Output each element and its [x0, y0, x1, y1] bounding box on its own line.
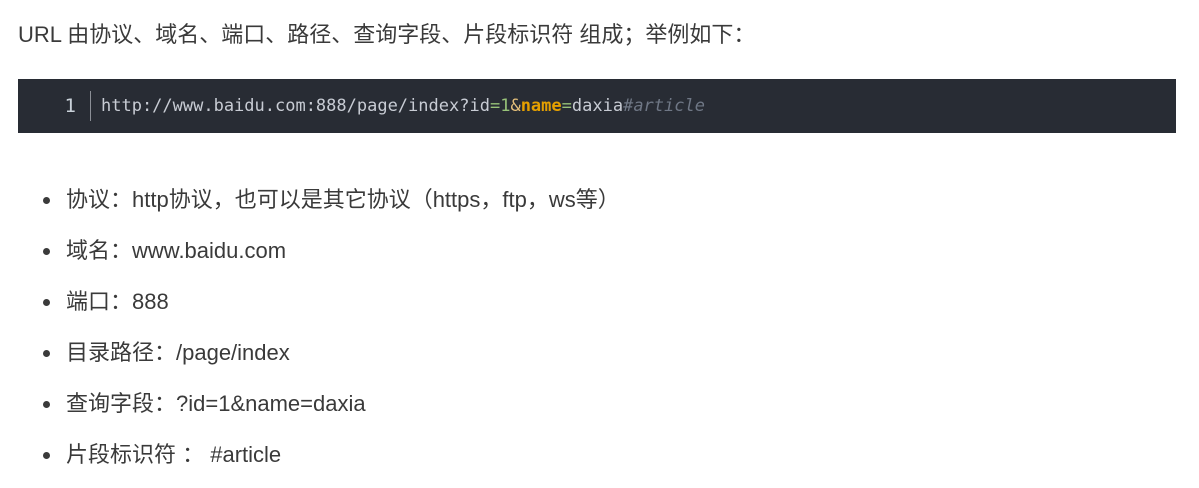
list-item: 片段标识符 ： #article	[38, 437, 620, 488]
code-token: &	[510, 96, 521, 116]
code-token: name	[520, 96, 562, 116]
bullet-icon	[43, 401, 50, 408]
code-line: http://www.baidu.com:888/page/index?id=1…	[101, 79, 705, 133]
list-item-text: 端口：888	[66, 289, 169, 314]
list-item: 端口：888	[38, 284, 620, 335]
list-item-text: 目录路径：/page/index	[66, 340, 290, 365]
bullet-icon	[43, 299, 50, 306]
code-token: =	[561, 96, 572, 116]
line-number: 1	[64, 95, 76, 117]
code-token: http://www.baidu.com:888/page/index?id	[101, 96, 490, 116]
code-token: 1	[500, 96, 511, 116]
bullet-icon	[43, 248, 50, 255]
url-parts-list: 协议：http协议，也可以是其它协议（https，ftp，ws等） 域名：www…	[38, 182, 620, 488]
list-item-text: 协议：http协议，也可以是其它协议（https，ftp，ws等）	[66, 187, 620, 212]
bullet-icon	[43, 197, 50, 204]
list-item: 查询字段：?id=1&name=daxia	[38, 386, 620, 437]
list-item: 域名：www.baidu.com	[38, 233, 620, 284]
intro-paragraph: URL 由协议、域名、端口、路径、查询字段、片段标识符 组成；举例如下：	[18, 22, 756, 47]
code-block: 1 http://www.baidu.com:888/page/index?id…	[18, 79, 1176, 133]
code-token: =	[489, 96, 501, 116]
list-item: 目录路径：/page/index	[38, 335, 620, 386]
list-item: 协议：http协议，也可以是其它协议（https，ftp，ws等）	[38, 182, 620, 233]
code-token: #article	[623, 96, 705, 116]
bullet-icon	[43, 452, 50, 459]
gutter-divider	[90, 91, 91, 121]
code-token: daxia	[571, 96, 624, 116]
bullet-icon	[43, 350, 50, 357]
list-item-text: 域名：www.baidu.com	[66, 238, 287, 263]
list-item-text: 查询字段：?id=1&name=daxia	[66, 391, 366, 416]
list-item-text: 片段标识符 ： #article	[66, 442, 282, 467]
